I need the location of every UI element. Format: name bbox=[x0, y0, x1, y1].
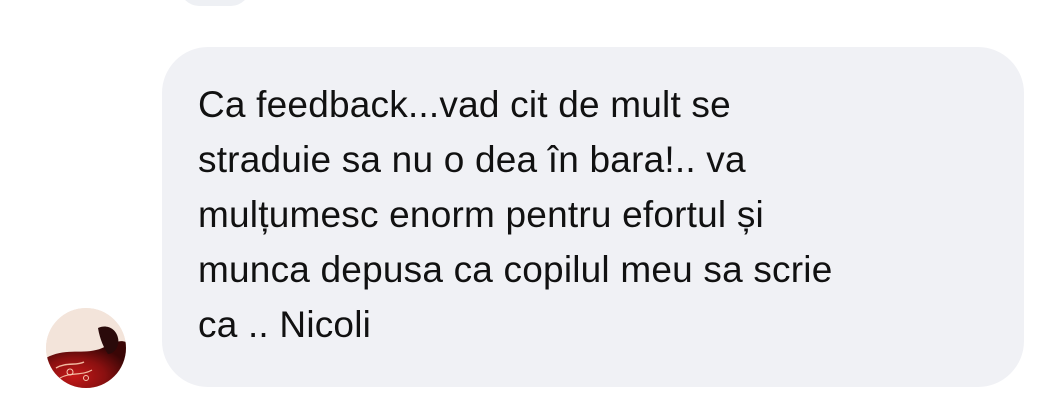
profile-avatar-icon bbox=[46, 308, 126, 388]
chat-screen: Ca feedback...vad cit de mult se stradui… bbox=[0, 0, 1040, 403]
incoming-message-row: Ca feedback...vad cit de mult se stradui… bbox=[0, 0, 1040, 403]
message-text: Ca feedback...vad cit de mult se stradui… bbox=[198, 84, 833, 345]
message-bubble[interactable]: Ca feedback...vad cit de mult se stradui… bbox=[162, 47, 1024, 387]
sender-avatar[interactable] bbox=[46, 308, 126, 388]
